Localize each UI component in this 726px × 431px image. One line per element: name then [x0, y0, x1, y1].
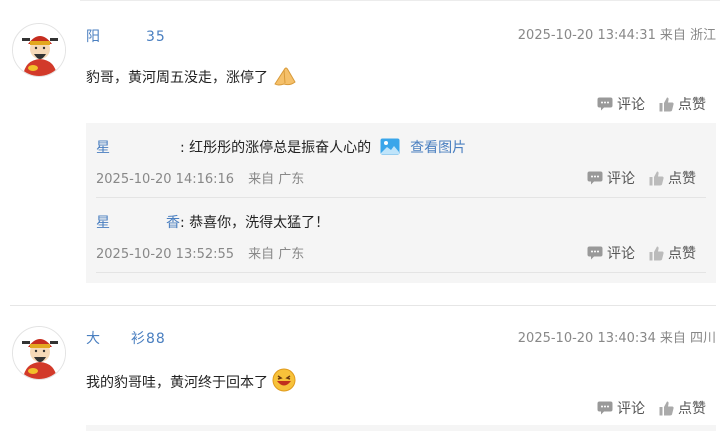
reply-text: 红彤彤的涨停总是振奋人心的	[189, 140, 372, 156]
like-button[interactable]: 点赞	[659, 94, 706, 114]
comment-username[interactable]: 阳 35	[86, 26, 166, 46]
reply-text: 恭喜你，洗得太猛了！	[189, 215, 330, 231]
reply-username[interactable]: 星	[96, 140, 180, 156]
thumbs-up-icon	[659, 97, 674, 111]
comment-location: 来自 四川	[659, 331, 716, 346]
reply-meta: 2025-10-20 13:52:55 来自 广东	[96, 243, 304, 262]
thumbs-up-icon	[649, 171, 664, 185]
caishen-avatar-icon	[13, 24, 65, 76]
reply-box-start	[86, 425, 716, 431]
avatar[interactable]	[12, 23, 66, 77]
thumbs-up-icon	[659, 401, 674, 415]
comment-location: 来自 浙江	[659, 28, 716, 43]
comment-content: 我的豹哥哇，黄河终于回本了	[86, 368, 296, 392]
view-image-link[interactable]: 查看图片	[410, 140, 466, 156]
comment-button[interactable]: 评论	[597, 398, 645, 418]
reply-like-button[interactable]: 点赞	[649, 168, 696, 188]
reply-user-line: 星 香: 恭喜你，洗得太猛了！	[96, 215, 330, 231]
comment-time: 2025-10-20 13:40:34	[517, 331, 656, 346]
thumbs-up-icon	[649, 246, 664, 260]
comment-icon	[597, 401, 613, 415]
comment-actions: 评论 点赞	[597, 94, 706, 114]
caishen-avatar-icon	[13, 327, 65, 379]
comment-meta: 2025-10-20 13:44:31 来自 浙江	[518, 24, 716, 43]
reply-meta: 2025-10-20 14:16:16 来自 广东	[96, 168, 304, 187]
comment-meta: 2025-10-20 13:40:34 来自 四川	[518, 327, 716, 346]
comment-username[interactable]: 大 衫88	[86, 328, 166, 348]
reply-location: 来自 广东	[248, 172, 305, 187]
pray-hands-emoji-icon	[274, 67, 297, 86]
image-icon	[380, 138, 400, 155]
reply-item: 星 香: 恭喜你，洗得太猛了！ 2025-10-20 13:52:55 来自 广东…	[86, 198, 716, 283]
comment-icon	[587, 246, 603, 260]
comment-item: 大 衫88 2025-10-20 13:40:34 来自 四川 我的豹哥哇，黄河终…	[0, 306, 726, 431]
reply-list: 星 : 红彤彤的涨停总是振奋人心的 查看图片 2025-10-20 14:16:…	[86, 123, 716, 283]
reply-time: 2025-10-20 14:16:16	[96, 172, 235, 187]
comment-button[interactable]: 评论	[597, 94, 645, 114]
like-button[interactable]: 点赞	[659, 398, 706, 418]
comment-item: 阳 35 2025-10-20 13:44:31 来自 浙江 豹哥，黄河周五没走，…	[0, 0, 726, 300]
reply-divider	[96, 272, 706, 273]
reply-user-line: 星 : 红彤彤的涨停总是振奋人心的 查看图片	[96, 138, 467, 156]
reply-actions: 评论 点赞	[587, 168, 696, 188]
reply-username[interactable]: 星 香	[96, 215, 180, 231]
reply-actions: 评论 点赞	[587, 243, 696, 263]
reply-location: 来自 广东	[248, 247, 305, 262]
comment-icon	[587, 171, 603, 185]
comment-actions: 评论 点赞	[597, 398, 706, 418]
reply-comment-button[interactable]: 评论	[587, 243, 635, 263]
reply-comment-button[interactable]: 评论	[587, 168, 635, 188]
laughing-face-emoji-icon	[272, 368, 296, 392]
comment-content: 豹哥，黄河周五没走，涨停了	[86, 64, 298, 87]
comment-icon	[597, 97, 613, 111]
avatar[interactable]	[12, 326, 66, 380]
reply-item: 星 : 红彤彤的涨停总是振奋人心的 查看图片 2025-10-20 14:16:…	[86, 123, 716, 198]
comment-time: 2025-10-20 13:44:31	[517, 28, 656, 43]
top-divider	[80, 0, 720, 1]
reply-like-button[interactable]: 点赞	[649, 243, 696, 263]
reply-time: 2025-10-20 13:52:55	[96, 247, 235, 262]
